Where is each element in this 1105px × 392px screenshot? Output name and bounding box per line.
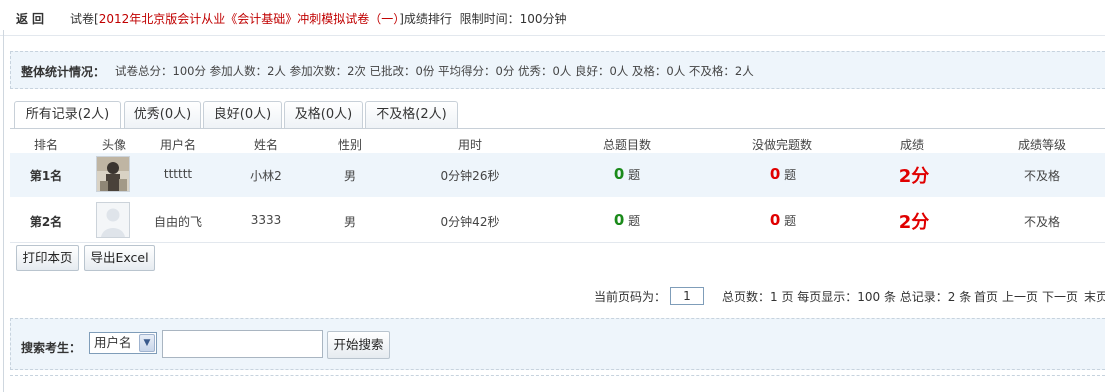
col-grade: 成绩等级 [1017, 138, 1066, 152]
row-rank: 第2名 [29, 215, 63, 229]
avatar [96, 202, 130, 238]
search-input[interactable] [162, 330, 323, 358]
table-row: 第2名 自由的飞 3333 男 0分钟42秒 0 题 0 题 2分 不及格 [10, 199, 1105, 243]
tab-good[interactable]: 良好(0人) [203, 101, 282, 129]
col-total-questions: 总题目数 [602, 138, 651, 152]
tab-underline [10, 128, 1105, 129]
undone-count: 0 [769, 165, 781, 183]
row-gender: 男 [343, 169, 356, 183]
table-row: 第1名 tttttt 小林2 男 0分钟26秒 0 题 0 题 2分 不及格 [10, 153, 1105, 197]
total-count: 0 [613, 211, 625, 229]
undone-unit: 题 [784, 214, 797, 228]
row-undone-questions: 0 题 [758, 165, 808, 183]
row-grade: 不及格 [1023, 169, 1060, 183]
search-button[interactable]: 开始搜索 [327, 331, 390, 359]
avatar [96, 156, 130, 192]
chevron-down-icon[interactable]: ▼ [139, 334, 155, 352]
exam-prefix: 试卷[ [70, 12, 99, 26]
search-field-value: 用户名 [94, 335, 132, 350]
time-limit: 限制时间：100分钟 [459, 12, 567, 26]
col-rank: 排名 [33, 138, 58, 152]
col-score: 成绩 [899, 138, 924, 152]
total-unit: 题 [628, 214, 641, 228]
tab-fail[interactable]: 不及格(2人) [365, 101, 458, 129]
back-link[interactable]: 返回 [16, 10, 48, 27]
pager-info: 总页数：1 页 每页显示：100 条 总记录：2 条 [722, 290, 972, 304]
row-username[interactable]: tttttt [150, 167, 206, 181]
first-page-link[interactable]: 首页 [974, 288, 998, 305]
tab-all[interactable]: 所有记录(2人) [14, 101, 121, 129]
avatar-photo-icon [97, 157, 129, 191]
row-username[interactable]: 自由的飞 [150, 213, 206, 230]
exam-name: 2012年北京版会计从业《会计基础》冲刺模拟试卷（一） [98, 12, 400, 26]
exam-suffix: ]成绩排行 [399, 12, 452, 26]
bottom-divider [10, 375, 1105, 376]
export-excel-button[interactable]: 导出Excel [84, 245, 155, 271]
last-page-link[interactable]: 末页 [1084, 288, 1105, 305]
default-avatar-icon [97, 203, 129, 237]
col-avatar: 头像 [101, 138, 126, 152]
col-name: 姓名 [253, 138, 278, 152]
row-total-questions: 0 题 [602, 211, 652, 229]
undone-unit: 题 [784, 168, 797, 182]
row-gender: 男 [343, 215, 356, 229]
col-username: 用户名 [159, 138, 196, 152]
row-time: 0分钟42秒 [440, 215, 500, 229]
total-count: 0 [613, 165, 625, 183]
current-page-label: 当前页码为： [594, 290, 667, 304]
tab-pass[interactable]: 及格(0人) [284, 101, 363, 129]
summary-panel: 整体统计情况： 试卷总分：100分 参加人数：2人 参加次数：2次 已批改：0份… [10, 51, 1105, 89]
row-total-questions: 0 题 [602, 165, 652, 183]
col-time: 用时 [457, 138, 482, 152]
print-button[interactable]: 打印本页 [16, 245, 79, 271]
row-time: 0分钟26秒 [440, 169, 500, 183]
summary-label: 整体统计情况： [21, 65, 106, 79]
total-unit: 题 [628, 168, 641, 182]
row-name: 3333 [250, 213, 282, 227]
row-score: 2分 [898, 212, 930, 233]
left-divider [3, 30, 4, 392]
summary-stats: 试卷总分：100分 参加人数：2人 参加次数：2次 已批改：0份 平均得分：0分… [115, 64, 754, 78]
table-header: 排名 头像 用户名 姓名 性别 用时 总题目数 没做完题数 成绩 成绩等级 [10, 133, 1105, 153]
page-number-input[interactable]: 1 [670, 287, 704, 305]
search-panel: 搜索考生： 用户名 ▼ 开始搜索 [10, 318, 1105, 370]
top-bar: 返回 试卷[2012年北京版会计从业《会计基础》冲刺模拟试卷（一）]成绩排行 限… [0, 0, 1105, 36]
row-rank: 第1名 [29, 169, 63, 183]
row-undone-questions: 0 题 [758, 211, 808, 229]
row-grade: 不及格 [1023, 215, 1060, 229]
undone-count: 0 [769, 211, 781, 229]
col-undone-questions: 没做完题数 [751, 138, 812, 152]
search-label: 搜索考生： [21, 341, 82, 355]
tab-excellent[interactable]: 优秀(0人) [124, 101, 201, 129]
row-name: 小林2 [250, 169, 282, 183]
exam-title: 试卷[2012年北京版会计从业《会计基础》冲刺模拟试卷（一）]成绩排行 限制时间… [70, 10, 566, 27]
prev-page-link[interactable]: 上一页 [1002, 288, 1038, 305]
row-score: 2分 [898, 166, 930, 187]
next-page-link[interactable]: 下一页 [1042, 288, 1078, 305]
search-field-select[interactable]: 用户名 ▼ [89, 332, 157, 354]
col-gender: 性别 [337, 138, 362, 152]
